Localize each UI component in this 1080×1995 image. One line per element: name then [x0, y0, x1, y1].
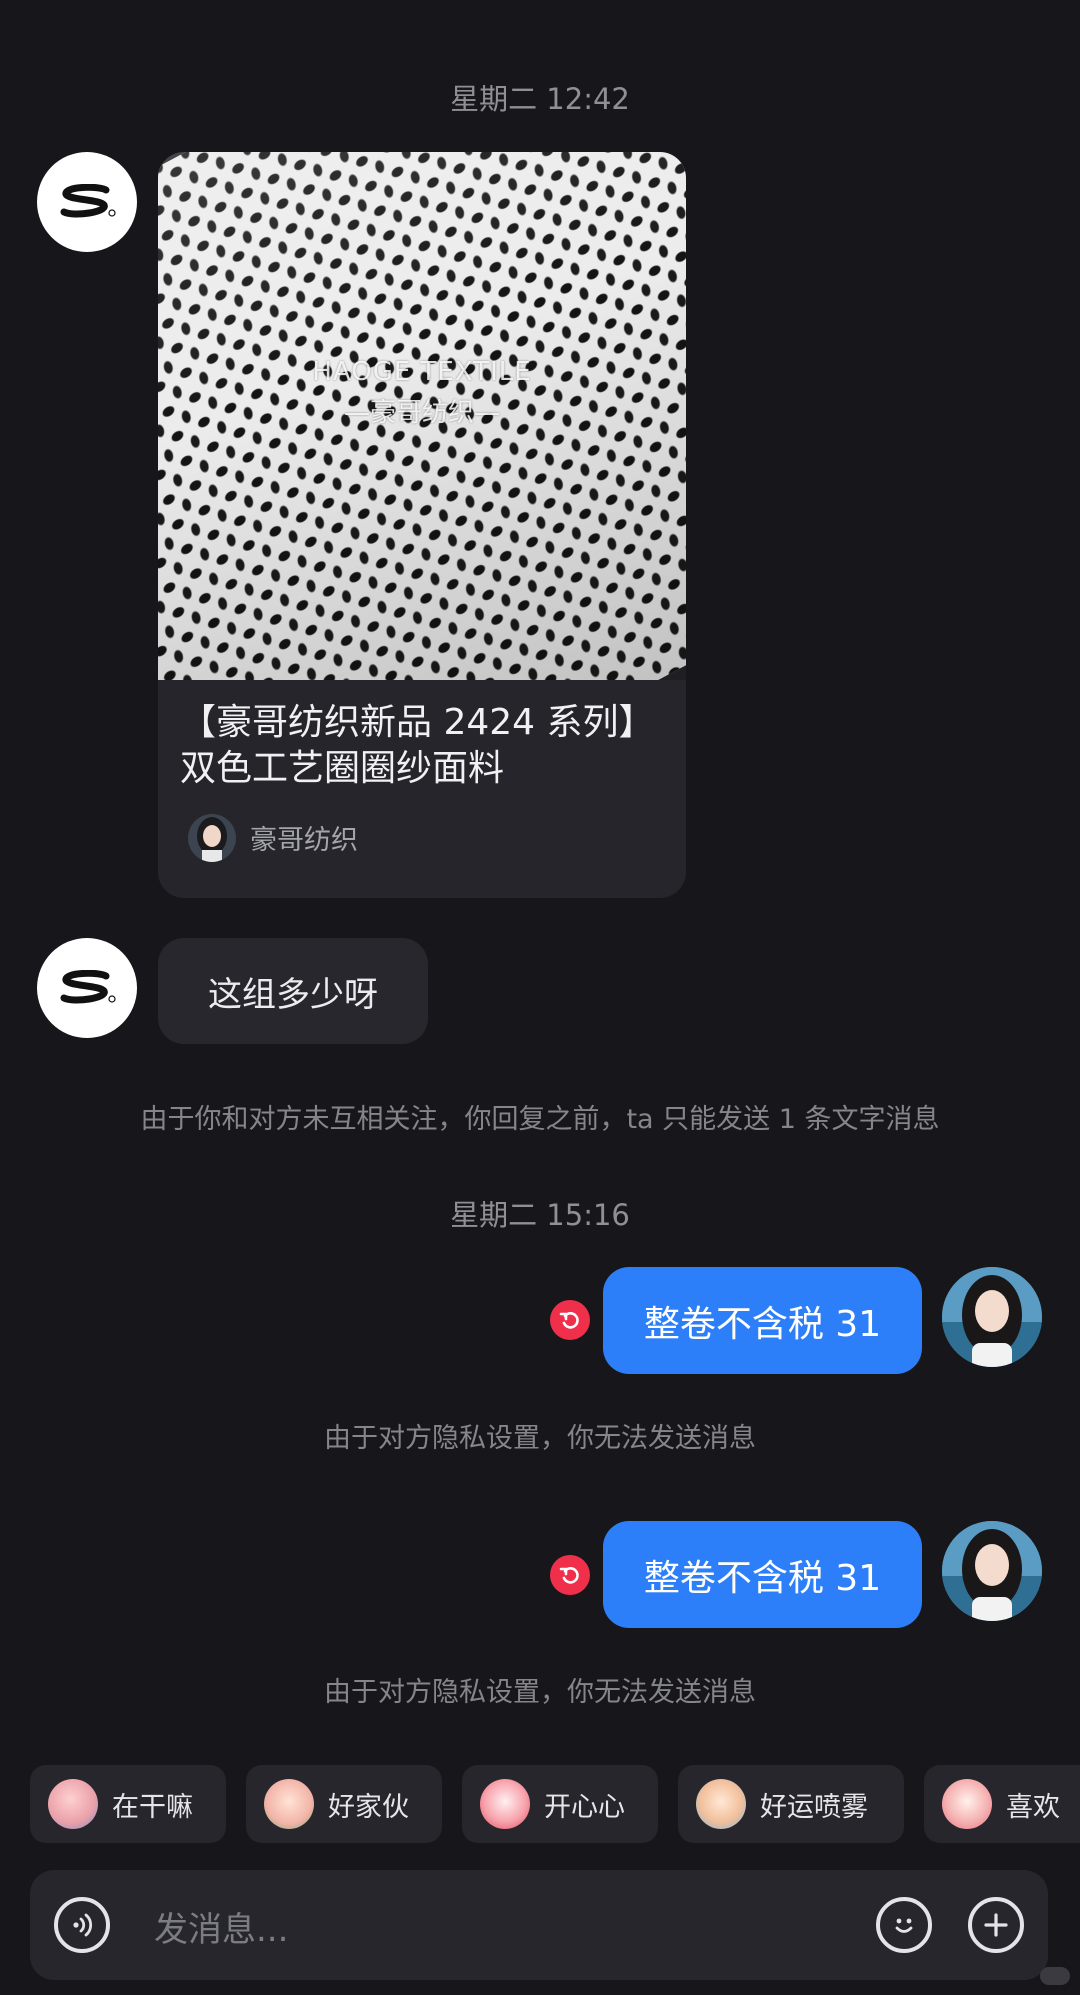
author-avatar [188, 814, 236, 862]
quick-reply-chip[interactable]: 喜欢 [924, 1765, 1080, 1843]
chat-screen: 星期二 12:42 HAOGE TEXTILE —豪哥纺织— 【豪哥纺织新品 2… [0, 0, 1080, 1995]
follow-restriction-notice: 由于你和对方未互相关注，你回复之前，ta 只能发送 1 条文字消息 [140, 1104, 940, 1135]
emoji-icon [895, 1918, 913, 1933]
my-avatar[interactable] [942, 1267, 1042, 1367]
chip-label: 喜欢 [1006, 1791, 1060, 1823]
quick-reply-chip[interactable]: 在干嘛 [30, 1765, 226, 1843]
voice-icon [73, 1913, 93, 1937]
corner-mark [1040, 1967, 1070, 1985]
resend-icon[interactable] [550, 1555, 590, 1595]
watermark-en: HAOGE TEXTILE [312, 357, 532, 387]
add-button[interactable] [968, 1897, 1024, 1953]
quick-reply-chip[interactable]: 好家伙 [246, 1765, 442, 1843]
chip-label: 好运喷雾 [760, 1791, 868, 1823]
message-text: 整卷不含税 31 [643, 1557, 882, 1599]
incoming-message-bubble[interactable]: 这组多少呀 [158, 938, 428, 1044]
shared-note-card[interactable]: HAOGE TEXTILE —豪哥纺织— 【豪哥纺织新品 2424 系列】双色工… [158, 152, 686, 898]
plus-icon [984, 1913, 1008, 1937]
watermark-cn: —豪哥纺织— [343, 398, 500, 428]
sticker-icon [480, 1779, 530, 1829]
outgoing-message-bubble[interactable]: 整卷不含税 31 [603, 1521, 922, 1628]
privacy-notice: 由于对方隐私设置，你无法发送消息 [324, 1423, 756, 1454]
message-input[interactable]: 发消息... [154, 1902, 288, 1951]
chip-label: 好家伙 [328, 1791, 409, 1823]
sticker-icon [696, 1779, 746, 1829]
fabric-image: HAOGE TEXTILE —豪哥纺织— [158, 152, 686, 680]
chip-label: 在干嘛 [112, 1791, 193, 1823]
my-avatar[interactable] [942, 1521, 1042, 1621]
card-title: 【豪哥纺织新品 2424 系列】双色工艺圈圈纱面料 [180, 702, 655, 789]
emoji-button[interactable] [876, 1897, 932, 1953]
quick-reply-bar: 在干嘛 好家伙 开心心 好运喷雾 喜欢 [30, 1765, 1080, 1843]
sticker-icon [264, 1779, 314, 1829]
timestamp: 星期二 12:42 [450, 82, 630, 116]
outgoing-message-bubble[interactable]: 整卷不含税 31 [603, 1267, 922, 1374]
message-text: 整卷不含税 31 [643, 1303, 882, 1345]
message-text: 这组多少呀 [208, 974, 378, 1015]
sticker-icon [48, 1779, 98, 1829]
contact-avatar[interactable] [37, 152, 137, 252]
contact-avatar[interactable] [37, 938, 137, 1038]
voice-button[interactable] [54, 1897, 110, 1953]
resend-icon[interactable] [550, 1300, 590, 1340]
timestamp: 星期二 15:16 [450, 1198, 630, 1232]
s-logo-icon [60, 184, 116, 218]
quick-reply-chip[interactable]: 开心心 [462, 1765, 658, 1843]
privacy-notice: 由于对方隐私设置，你无法发送消息 [324, 1677, 756, 1708]
card-author: 豪哥纺织 [250, 825, 358, 856]
chip-label: 开心心 [544, 1791, 625, 1823]
quick-reply-chip[interactable]: 好运喷雾 [678, 1765, 904, 1843]
message-input-bar: 发消息... [30, 1870, 1048, 1980]
sticker-icon [942, 1779, 992, 1829]
s-logo-icon [60, 970, 116, 1004]
